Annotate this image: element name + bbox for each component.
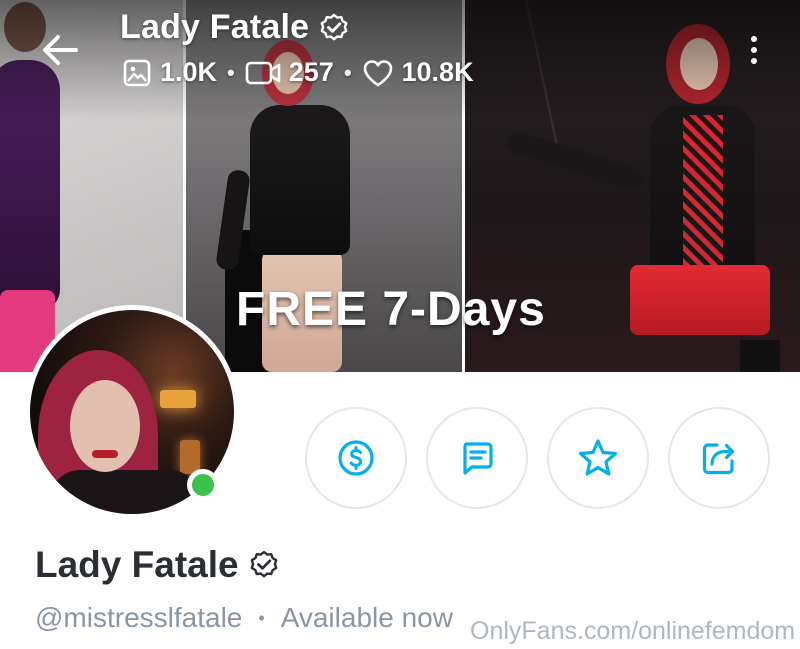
kebab-dot — [751, 58, 757, 64]
dollar-circle-icon — [338, 440, 374, 476]
profile-name: Lady Fatale — [35, 544, 279, 586]
figure-shape — [630, 265, 770, 335]
header-title: Lady Fatale — [120, 8, 349, 47]
likes-count: 10.8K — [401, 57, 474, 87]
figure-shape — [740, 340, 780, 372]
stat-separator: • — [227, 59, 235, 85]
online-status-indicator — [187, 469, 219, 501]
kebab-dot — [751, 47, 757, 53]
likes-stat: 10.8K — [362, 57, 474, 88]
message-button[interactable] — [426, 407, 528, 509]
send-tip-button[interactable] — [305, 407, 407, 509]
share-icon — [702, 443, 735, 475]
figure-shape — [683, 115, 723, 265]
heart-icon — [363, 59, 392, 86]
avatar-figure-shape — [92, 450, 118, 458]
verified-badge-icon — [320, 13, 348, 40]
back-button[interactable] — [38, 28, 82, 72]
videos-count: 257 — [288, 57, 334, 87]
verified-badge-icon — [250, 550, 277, 578]
photos-count: 1.0K — [160, 57, 218, 87]
watermark: OnlyFans.com/onlinefemdom — [470, 617, 796, 645]
message-icon — [463, 442, 493, 475]
share-button[interactable] — [668, 407, 770, 509]
add-to-favorites-button[interactable] — [547, 407, 649, 509]
kebab-dot — [751, 36, 757, 42]
more-options-button[interactable] — [740, 30, 768, 70]
avatar-figure-shape — [70, 380, 140, 472]
avatar-background-shape — [160, 390, 196, 408]
profile-name-text: Lady Fatale — [35, 544, 239, 585]
figure-shape — [250, 105, 350, 255]
header-name: Lady Fatale — [120, 8, 310, 46]
promo-text: FREE 7-Days — [236, 283, 546, 336]
video-camera-icon — [245, 61, 281, 84]
availability-status: Available now — [280, 602, 453, 633]
handle-separator: • — [258, 607, 265, 628]
arrow-left-icon — [43, 35, 78, 65]
stat-separator: • — [343, 59, 352, 85]
videos-stat: 257 — [245, 57, 334, 88]
handle-row: @mistresslfatale • Available now — [35, 602, 453, 634]
profile-actions — [305, 407, 770, 509]
photos-stat: 1.0K — [122, 57, 217, 88]
profile-handle: @mistresslfatale — [35, 602, 243, 633]
image-icon — [123, 59, 151, 86]
avatar-figure-shape — [50, 470, 200, 514]
profile-stats: 1.0K • 257 • 10.8K — [122, 57, 474, 88]
star-icon — [578, 439, 618, 476]
